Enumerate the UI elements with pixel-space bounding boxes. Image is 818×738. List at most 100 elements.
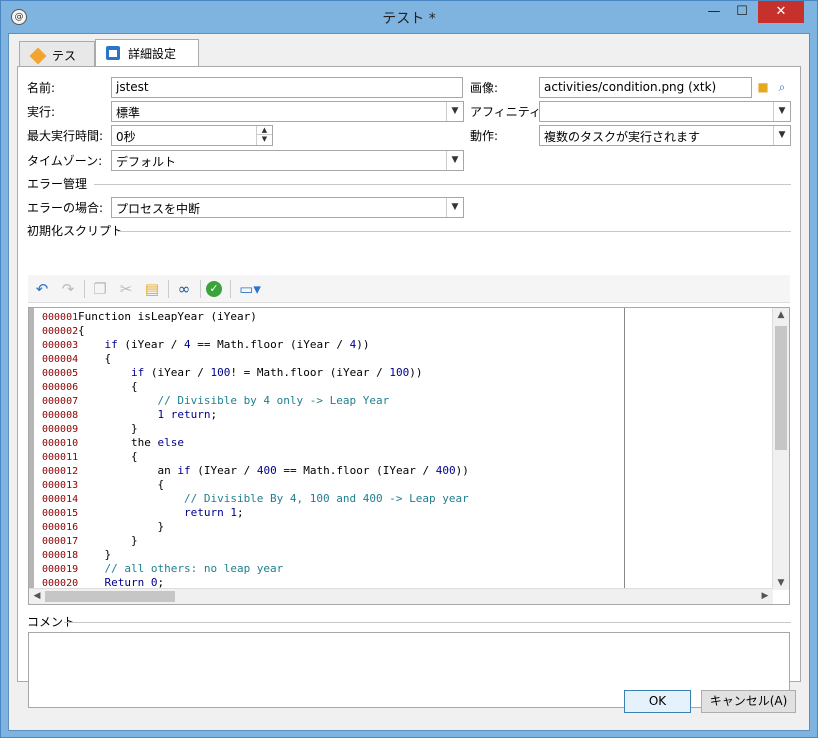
scroll-down-icon[interactable]: ▼ <box>773 578 789 588</box>
scroll-up-icon[interactable]: ▲ <box>773 310 789 320</box>
find-icon[interactable]: ∞ <box>174 279 194 299</box>
code-line: 000015 return 1; <box>34 506 624 520</box>
tab-advanced-label: 詳細設定 <box>128 47 177 61</box>
maximize-button[interactable]: ☐ <box>729 1 755 23</box>
exec-value: 標準 <box>116 106 141 120</box>
chevron-down-icon[interactable]: ▼ <box>773 102 790 121</box>
code-line: 000019 // all others: no leap year <box>34 562 624 576</box>
divider <box>64 622 791 623</box>
line-number: 000004 <box>42 354 79 365</box>
timezone-select[interactable]: デフォルト ▼ <box>111 150 464 171</box>
divider <box>118 231 791 232</box>
spin-down-icon[interactable]: ▼ <box>257 135 272 144</box>
folder-icon[interactable]: ■ <box>754 78 772 97</box>
line-number: 000006 <box>42 382 79 393</box>
copy-icon[interactable]: ❐ <box>90 279 110 299</box>
code-area[interactable]: 000001Function isLeapYear (iYear) 000002{… <box>34 308 624 590</box>
scroll-right-icon[interactable]: ▶ <box>757 591 773 601</box>
code-line: 000014 // Divisible By 4, 100 and 400 ->… <box>34 492 624 506</box>
image-label: 画像: <box>470 81 499 95</box>
timezone-value: デフォルト <box>116 155 177 169</box>
action-value: 複数のタスクが実行されます <box>544 130 701 144</box>
code-text: if (iYear / 4 == Math.floor (iYear / 4)) <box>104 338 370 351</box>
divider <box>94 184 791 185</box>
scroll-thumb[interactable] <box>775 326 787 450</box>
on-error-select[interactable]: プロセスを中断 ▼ <box>111 197 464 218</box>
insert-icon[interactable]: ▭▾ <box>236 279 264 299</box>
undo-icon[interactable]: ↶ <box>32 279 52 299</box>
scroll-thumb[interactable] <box>45 591 175 602</box>
line-number: 000009 <box>42 424 79 435</box>
chevron-down-icon[interactable]: ▼ <box>446 198 463 217</box>
toolbar-separator <box>230 280 231 298</box>
name-label: 名前: <box>27 81 56 95</box>
tab-test[interactable]: テスト <box>19 41 95 80</box>
image-field[interactable]: activities/condition.png (xtk) <box>539 77 752 98</box>
code-text: // Divisible By 4, 100 and 400 -> Leap y… <box>78 492 469 505</box>
code-text: 1 return; <box>157 408 218 421</box>
maxtime-stepper[interactable]: 0秒 ▲ ▼ <box>111 125 273 146</box>
window-title: テスト * <box>382 11 436 27</box>
paste-icon[interactable]: ▤ <box>142 279 162 299</box>
on-error-value: プロセスを中断 <box>116 202 201 216</box>
code-text: { <box>78 380 138 393</box>
code-line: 000012 an if (IYear / 400 == Math.floor … <box>34 464 624 478</box>
toolbar-separator <box>168 280 169 298</box>
spin-up-icon[interactable]: ▲ <box>257 126 272 135</box>
horizontal-scrollbar[interactable]: ◀ ▶ <box>29 588 773 604</box>
chevron-down-icon[interactable]: ▼ <box>446 151 463 170</box>
scroll-left-icon[interactable]: ◀ <box>29 591 45 601</box>
code-text: } <box>78 548 112 561</box>
code-text: } <box>78 520 165 533</box>
cancel-button[interactable]: キャンセル(A) <box>701 690 796 713</box>
name-field[interactable]: jstest <box>111 77 463 98</box>
ok-button[interactable]: OK <box>624 690 691 713</box>
line-number: 000016 <box>42 522 79 533</box>
code-text: Function isLeapYear (iYear) <box>78 310 257 323</box>
code-text: { <box>78 352 112 365</box>
exec-label: 実行: <box>27 105 56 119</box>
on-error-label: エラーの場合: <box>27 201 104 215</box>
toolbar-separator <box>84 280 85 298</box>
vertical-scrollbar[interactable]: ▲ ▼ <box>772 308 789 590</box>
code-line: 000005 if (iYear / 100! = Math.floor (iY… <box>34 366 624 380</box>
code-line: 000002{ <box>34 324 624 338</box>
dialog-window: @ テスト * — ☐ ✕ テスト 詳細設定 名前: jstest 実行: 標準… <box>0 0 818 738</box>
cut-icon[interactable]: ✂ <box>116 279 136 299</box>
title-bar[interactable]: @ テスト * — ☐ ✕ <box>1 1 817 33</box>
code-text: { <box>78 324 85 337</box>
chevron-down-icon[interactable]: ▼ <box>773 126 790 145</box>
affinity-select[interactable]: ▼ <box>539 101 791 122</box>
clipboard-icon <box>106 46 120 60</box>
code-line: 000001Function isLeapYear (iYear) <box>34 310 624 324</box>
line-number: 000005 <box>42 368 79 379</box>
maxtime-label: 最大実行時間: <box>27 129 104 143</box>
search-icon[interactable]: ⌕ <box>773 78 791 97</box>
line-number: 000017 <box>42 536 79 547</box>
code-line: 000017 } <box>34 534 624 548</box>
tab-panel: 名前: jstest 実行: 標準 ▼ 最大実行時間: 0秒 ▲ ▼ タイムゾー… <box>17 66 801 708</box>
exec-select[interactable]: 標準 ▼ <box>111 101 464 122</box>
code-line: 000006 { <box>34 380 624 394</box>
code-line: 000009 } <box>34 422 624 436</box>
close-button[interactable]: ✕ <box>758 1 804 23</box>
minimize-button[interactable]: — <box>701 1 727 23</box>
action-label: 動作: <box>470 129 499 143</box>
check-icon[interactable]: ✓ <box>206 281 222 297</box>
script-toolbar: ↶ ↷ ❐ ✂ ▤ ∞ ✓ ▭▾ <box>28 275 790 303</box>
redo-icon[interactable]: ↷ <box>58 279 78 299</box>
tab-advanced-settings[interactable]: 詳細設定 <box>95 39 199 67</box>
code-editor[interactable]: 000001Function isLeapYear (iYear) 000002{… <box>28 307 790 605</box>
action-select[interactable]: 複数のタスクが実行されます ▼ <box>539 125 791 146</box>
code-line: 000016 } <box>34 520 624 534</box>
code-line: 000007 // Divisible by 4 only -> Leap Ye… <box>34 394 624 408</box>
spin-buttons[interactable]: ▲ ▼ <box>256 126 272 145</box>
chevron-down-icon[interactable]: ▼ <box>446 102 463 121</box>
code-line: 000013 { <box>34 478 624 492</box>
line-number: 000019 <box>42 564 79 575</box>
line-number: 000015 <box>42 508 79 519</box>
line-number: 000007 <box>42 396 79 407</box>
error-section-title: エラー管理 <box>27 177 88 191</box>
code-line: 000018 } <box>34 548 624 562</box>
line-number: 000012 <box>42 466 79 477</box>
